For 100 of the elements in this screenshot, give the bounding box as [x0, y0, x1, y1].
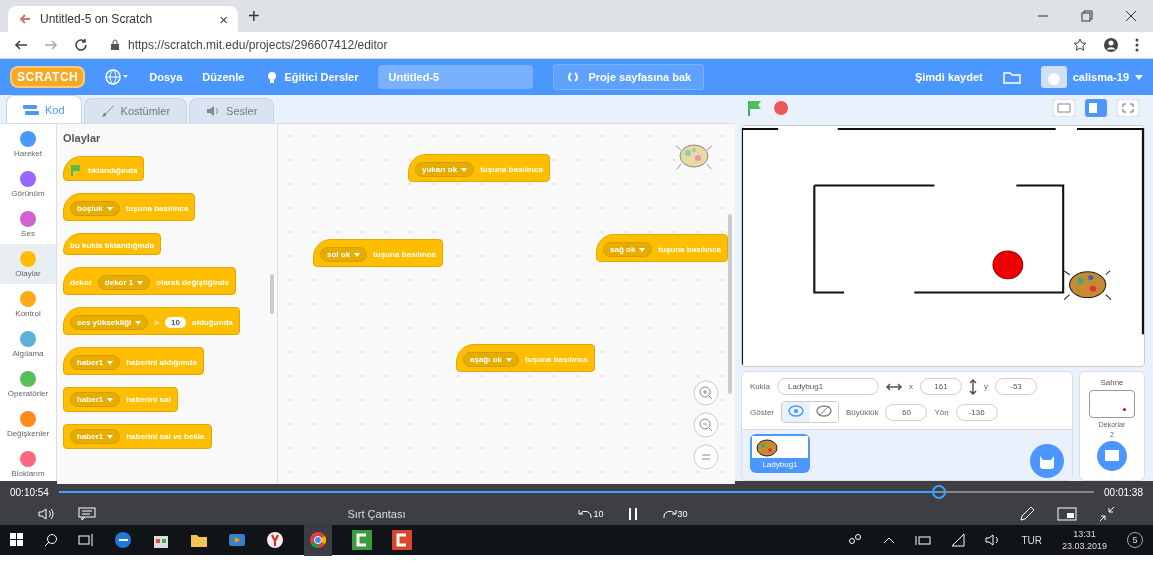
app-icon[interactable]	[352, 530, 372, 550]
editor-tab[interactable]: Kostümler	[83, 98, 188, 123]
menu-item[interactable]: Dosya	[149, 71, 183, 83]
category-item[interactable]: Bloklarım	[0, 444, 56, 484]
account-menu[interactable]: calisma-19	[1040, 66, 1143, 88]
reload-icon[interactable]	[74, 38, 88, 52]
code-block[interactable]: sağ ok tuşuna basılınca	[596, 234, 729, 262]
battery-icon[interactable]	[915, 534, 932, 546]
number-input[interactable]: 10	[164, 317, 186, 328]
flag-icon[interactable]	[747, 100, 763, 116]
windows-start-icon[interactable]	[10, 533, 24, 547]
category-item[interactable]: Ses	[0, 204, 56, 244]
media-player-icon[interactable]	[228, 531, 246, 549]
browser-tab[interactable]: Untitled-5 on Scratch ×	[8, 6, 238, 32]
avatar-icon	[1040, 66, 1067, 88]
block-dropdown[interactable]: boşluk	[70, 201, 120, 216]
rewind-arrow-icon	[577, 509, 594, 519]
block-dropdown[interactable]: haber1	[70, 355, 121, 370]
project-page-button[interactable]: Proje sayfasına bak	[553, 64, 705, 90]
yandex-browser-icon[interactable]	[266, 531, 284, 549]
category-heading: Olaylar	[63, 132, 101, 144]
show-toggle[interactable]	[782, 402, 810, 422]
new-tab-button[interactable]: +	[248, 4, 260, 28]
block-dropdown[interactable]: ses yüksekliği	[70, 315, 149, 330]
project-title-field[interactable]: Untitled-5	[378, 65, 534, 89]
category-item[interactable]: Kontrol	[0, 284, 56, 324]
search-icon[interactable]	[44, 533, 58, 547]
save-now-link[interactable]: Şimdi kaydet	[914, 71, 983, 83]
category-item[interactable]: Operatörler	[0, 364, 56, 404]
caret-icon	[106, 206, 113, 211]
swap-arrows-icon	[566, 71, 581, 83]
account-icon[interactable]	[1103, 37, 1119, 53]
block-dropdown[interactable]: aşağı ok	[463, 352, 519, 367]
code-blocks-icon	[23, 103, 39, 116]
captions-icon[interactable]	[78, 507, 96, 521]
star-icon[interactable]	[1073, 38, 1087, 52]
close-icon[interactable]	[1125, 10, 1137, 22]
add-backdrop-button[interactable]	[1097, 441, 1127, 471]
pencil-icon[interactable]	[1019, 506, 1035, 522]
elapsed-time: 00:10:54	[10, 486, 49, 498]
backdrop-thumbnail[interactable]	[1089, 390, 1135, 418]
app-icon[interactable]	[392, 530, 412, 550]
code-block[interactable]: haber1 haberini sal ve bekle	[63, 424, 212, 449]
field-label: Yön	[934, 407, 949, 417]
block-dropdown[interactable]: haber1	[70, 429, 121, 444]
address-field[interactable]: https://scratch.mit.edu/projects/296607412/editor	[104, 36, 1057, 54]
caret-icon	[107, 434, 114, 439]
rewind-button[interactable]: 10	[577, 509, 604, 519]
block-dropdown[interactable]: dekor 1	[97, 275, 151, 290]
globe-icon[interactable]	[105, 69, 130, 85]
seek-handle[interactable]	[931, 485, 946, 499]
stop-icon[interactable]	[773, 100, 789, 116]
block-dropdown[interactable]: yukarı ok	[415, 162, 475, 177]
editor-tab[interactable]: Sesler	[189, 98, 275, 123]
block-dropdown[interactable]: haber1	[70, 392, 121, 407]
close-tab-button[interactable]: ×	[219, 10, 228, 28]
category-item[interactable]: Görünüm	[0, 164, 56, 204]
large-stage-icon[interactable]	[1085, 99, 1107, 117]
chrome-icon[interactable]	[304, 524, 332, 556]
clock[interactable]: 13:31 23.03.2019	[1061, 528, 1107, 552]
edge-browser-icon[interactable]	[114, 531, 132, 549]
code-block[interactable]: dekor dekor 1 olarak değiştiğinde	[63, 267, 237, 295]
block-dropdown[interactable]: sol ok	[320, 247, 368, 262]
code-block[interactable]: haber1 haberini sal	[63, 387, 178, 412]
code-block[interactable]: tıklandığında	[63, 156, 145, 181]
volume-icon[interactable]	[38, 507, 56, 521]
caret-icon	[107, 397, 114, 402]
code-block[interactable]: yukarı ok tuşuna basılınca	[408, 154, 550, 182]
wifi-icon[interactable]	[951, 533, 966, 547]
caret-icon	[354, 252, 361, 257]
back-icon[interactable]	[14, 38, 28, 52]
exit-fullscreen-icon[interactable]	[1099, 506, 1115, 522]
stage-panel-title: Sahne	[1100, 378, 1124, 387]
category-item[interactable]: Değişkenler	[0, 404, 56, 444]
input-language[interactable]: TUR	[1021, 534, 1042, 546]
tab-title: Untitled-5 on Scratch	[40, 12, 154, 26]
category-item[interactable]: Algılama	[0, 324, 56, 364]
scratch-logo[interactable]: SCRATCH	[10, 66, 86, 88]
people-icon[interactable]	[847, 533, 864, 547]
picture-in-picture-icon[interactable]	[1057, 507, 1077, 521]
code-block[interactable]: sol ok tuşuna basılınca	[313, 239, 443, 267]
category-item[interactable]: Olaylar	[0, 244, 56, 284]
restore-icon[interactable]	[1081, 10, 1093, 22]
sprite-thumbnail[interactable]: Ladybug1	[750, 434, 810, 473]
code-block[interactable]: aşağı ok tuşuna basılınca	[456, 344, 595, 372]
code-block[interactable]: haber1 haberini aldığımda	[63, 347, 204, 375]
category-item[interactable]: Hareket	[0, 124, 56, 164]
chevron-up-icon[interactable]	[883, 536, 896, 544]
add-sprite-button[interactable]	[1030, 444, 1064, 478]
editor-tab[interactable]: Kod	[6, 95, 82, 123]
task-view-icon[interactable]	[78, 533, 94, 547]
field-label: y	[984, 382, 988, 391]
code-block[interactable]: ses yüksekliği > 10 olduğunda	[63, 307, 240, 335]
menu-item[interactable]: Düzenle	[202, 71, 245, 83]
forward-button[interactable]: 30	[661, 509, 688, 519]
code-block[interactable]: boşluk tuşuna basılınca	[63, 193, 196, 221]
block-dropdown[interactable]: sağ ok	[603, 242, 653, 257]
more-menu-icon[interactable]	[1135, 38, 1139, 52]
tutorials-button[interactable]: Eğitici Dersler	[264, 70, 359, 84]
code-block[interactable]: bu kukla tıklandığında	[63, 233, 161, 255]
